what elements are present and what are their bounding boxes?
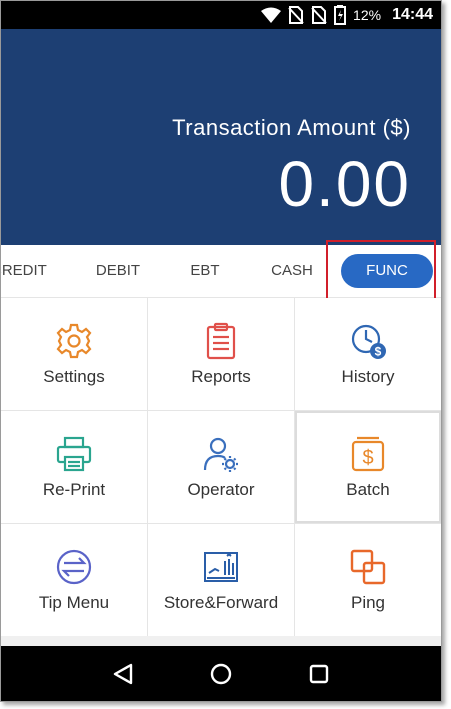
reprint-button[interactable]: Re-Print [1,411,147,523]
clock-dollar-icon: $ [351,324,386,359]
recent-apps-icon[interactable] [305,660,333,688]
tab-debit[interactable]: DEBIT [87,245,149,297]
arrows-exchange-icon [56,549,92,585]
tab-cash[interactable]: CASH [259,245,325,297]
clock-time: 14:44 [392,6,433,23]
status-bar: 12% 14:44 [1,1,441,29]
grid-bottom-strip [1,636,441,646]
printer-icon [56,436,92,472]
svg-text:$: $ [362,447,373,469]
tip-menu-button[interactable]: Tip Menu [1,524,147,636]
batch-label: Batch [346,480,390,499]
gear-icon [56,323,92,359]
clipboard-icon [206,322,236,360]
reprint-label: Re-Print [42,480,106,499]
batch-button[interactable]: $ Batch [295,411,441,523]
settings-button[interactable]: Settings [1,298,147,410]
reports-label: Reports [191,367,251,386]
tab-ebt[interactable]: EBT [177,245,233,297]
back-icon[interactable] [109,660,137,688]
transaction-amount-value: 0.00 [278,148,411,220]
func-highlight-box [326,240,436,303]
amount-panel: Transaction Amount ($) 0.00 [1,29,441,245]
navigation-bar [1,646,441,701]
battery-low-icon [334,5,347,25]
tip-menu-label: Tip Menu [38,593,110,612]
history-label: History [341,367,395,386]
chart-forward-icon [204,552,238,582]
home-icon[interactable] [207,660,235,688]
tab-credit[interactable]: CREDIT [1,245,51,297]
ping-label: Ping [350,593,386,612]
status-icons: 12% 14:44 [261,1,433,29]
user-gear-icon [203,437,238,472]
reports-button[interactable]: Reports [148,298,294,410]
store-forward-button[interactable]: Store&Forward [148,524,294,636]
overlap-squares-icon [350,549,386,585]
history-button[interactable]: $ History [295,298,441,410]
device-screen: 12% 14:44 Transaction Amount ($) 0.00 CR… [0,0,442,702]
store-forward-label: Store&Forward [163,593,279,612]
dollar-box-icon: $ [351,436,385,472]
operator-label: Operator [187,480,255,499]
ping-button[interactable]: Ping [295,524,441,636]
wifi-icon [261,7,282,23]
no-sim-icon [288,6,304,24]
settings-label: Settings [43,367,105,386]
transaction-amount-label: Transaction Amount ($) [172,115,411,140]
no-sim-icon [311,6,327,24]
battery-percent: 12% [353,7,382,23]
function-grid: Settings Reports $ History Re-Print Oper… [1,298,441,636]
operator-button[interactable]: Operator [148,411,294,523]
tab-credit-label: CREDIT [1,262,47,279]
svg-text:$: $ [375,345,382,359]
